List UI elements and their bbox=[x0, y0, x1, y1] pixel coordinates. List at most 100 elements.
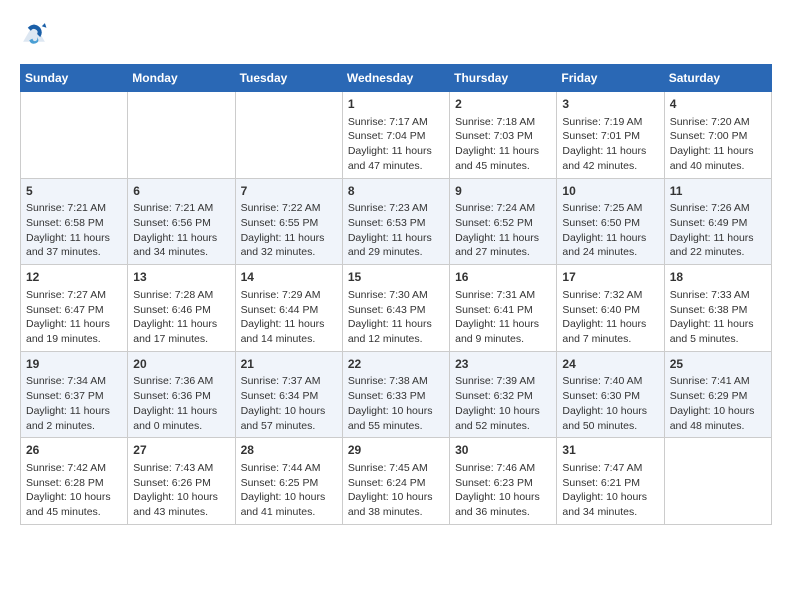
week-row-2: 5Sunrise: 7:21 AM Sunset: 6:58 PM Daylig… bbox=[21, 178, 772, 265]
day-info: Sunrise: 7:37 AM Sunset: 6:34 PM Dayligh… bbox=[241, 374, 337, 433]
day-number: 21 bbox=[241, 356, 337, 373]
day-number: 23 bbox=[455, 356, 551, 373]
week-row-3: 12 Sunrise: 7:27 AM Sunset: 6:47 PM Dayli… bbox=[21, 265, 772, 352]
day-info: Sunrise: 7:19 AM Sunset: 7:01 PM Dayligh… bbox=[562, 115, 658, 174]
day-number: 31 bbox=[562, 442, 658, 459]
day-cell-29: 29 Sunrise: 7:45 AM Sunset: 6:24 PM Dayli… bbox=[342, 438, 449, 525]
day-cell-20: 20Sunrise: 7:36 AM Sunset: 6:36 PM Dayli… bbox=[128, 351, 235, 438]
logo bbox=[20, 20, 52, 48]
day-number: 25 bbox=[670, 356, 766, 373]
day-cell-3: 3 Sunrise: 7:19 AM Sunset: 7:01 PM Daylig… bbox=[557, 92, 664, 179]
day-number: 30 bbox=[455, 442, 551, 459]
day-cell-4: 4 Sunrise: 7:20 AM Sunset: 7:00 PM Daylig… bbox=[664, 92, 771, 179]
day-info: Sunrise: 7:39 AM Sunset: 6:32 PM Dayligh… bbox=[455, 374, 551, 433]
day-cell-25: 25Sunrise: 7:41 AM Sunset: 6:29 PM Dayli… bbox=[664, 351, 771, 438]
day-cell-27: 27 Sunrise: 7:43 AM Sunset: 6:26 PM Dayli… bbox=[128, 438, 235, 525]
day-number: 9 bbox=[455, 183, 551, 200]
day-number: 26 bbox=[26, 442, 122, 459]
day-cell-24: 24Sunrise: 7:40 AM Sunset: 6:30 PM Dayli… bbox=[557, 351, 664, 438]
weekday-header-row: SundayMondayTuesdayWednesdayThursdayFrid… bbox=[21, 65, 772, 92]
day-info: Sunrise: 7:43 AM Sunset: 6:26 PM Dayligh… bbox=[133, 461, 229, 520]
day-cell-28: 28 Sunrise: 7:44 AM Sunset: 6:25 PM Dayli… bbox=[235, 438, 342, 525]
logo-icon bbox=[20, 20, 48, 48]
day-number: 29 bbox=[348, 442, 444, 459]
day-cell-22: 22Sunrise: 7:38 AM Sunset: 6:33 PM Dayli… bbox=[342, 351, 449, 438]
day-cell-9: 9Sunrise: 7:24 AM Sunset: 6:52 PM Daylig… bbox=[450, 178, 557, 265]
day-number: 13 bbox=[133, 269, 229, 286]
day-number: 2 bbox=[455, 96, 551, 113]
weekday-header-sunday: Sunday bbox=[21, 65, 128, 92]
day-info: Sunrise: 7:38 AM Sunset: 6:33 PM Dayligh… bbox=[348, 374, 444, 433]
day-number: 22 bbox=[348, 356, 444, 373]
day-info: Sunrise: 7:23 AM Sunset: 6:53 PM Dayligh… bbox=[348, 201, 444, 260]
day-info: Sunrise: 7:42 AM Sunset: 6:28 PM Dayligh… bbox=[26, 461, 122, 520]
empty-cell bbox=[21, 92, 128, 179]
week-row-1: 1 Sunrise: 7:17 AM Sunset: 7:04 PM Daylig… bbox=[21, 92, 772, 179]
day-number: 19 bbox=[26, 356, 122, 373]
day-info: Sunrise: 7:36 AM Sunset: 6:36 PM Dayligh… bbox=[133, 374, 229, 433]
day-number: 17 bbox=[562, 269, 658, 286]
day-info: Sunrise: 7:46 AM Sunset: 6:23 PM Dayligh… bbox=[455, 461, 551, 520]
day-cell-6: 6Sunrise: 7:21 AM Sunset: 6:56 PM Daylig… bbox=[128, 178, 235, 265]
day-info: Sunrise: 7:17 AM Sunset: 7:04 PM Dayligh… bbox=[348, 115, 444, 174]
day-number: 10 bbox=[562, 183, 658, 200]
day-info: Sunrise: 7:22 AM Sunset: 6:55 PM Dayligh… bbox=[241, 201, 337, 260]
day-info: Sunrise: 7:47 AM Sunset: 6:21 PM Dayligh… bbox=[562, 461, 658, 520]
day-number: 8 bbox=[348, 183, 444, 200]
weekday-header-monday: Monday bbox=[128, 65, 235, 92]
day-info: Sunrise: 7:20 AM Sunset: 7:00 PM Dayligh… bbox=[670, 115, 766, 174]
day-cell-8: 8Sunrise: 7:23 AM Sunset: 6:53 PM Daylig… bbox=[342, 178, 449, 265]
day-cell-21: 21Sunrise: 7:37 AM Sunset: 6:34 PM Dayli… bbox=[235, 351, 342, 438]
day-info: Sunrise: 7:40 AM Sunset: 6:30 PM Dayligh… bbox=[562, 374, 658, 433]
day-info: Sunrise: 7:31 AM Sunset: 6:41 PM Dayligh… bbox=[455, 288, 551, 347]
day-number: 28 bbox=[241, 442, 337, 459]
day-info: Sunrise: 7:41 AM Sunset: 6:29 PM Dayligh… bbox=[670, 374, 766, 433]
day-cell-30: 30 Sunrise: 7:46 AM Sunset: 6:23 PM Dayli… bbox=[450, 438, 557, 525]
day-info: Sunrise: 7:18 AM Sunset: 7:03 PM Dayligh… bbox=[455, 115, 551, 174]
day-cell-14: 14 Sunrise: 7:29 AM Sunset: 6:44 PM Dayli… bbox=[235, 265, 342, 352]
day-cell-31: 31 Sunrise: 7:47 AM Sunset: 6:21 PM Dayli… bbox=[557, 438, 664, 525]
day-info: Sunrise: 7:21 AM Sunset: 6:56 PM Dayligh… bbox=[133, 201, 229, 260]
empty-cell bbox=[664, 438, 771, 525]
page-header bbox=[20, 20, 772, 48]
day-info: Sunrise: 7:24 AM Sunset: 6:52 PM Dayligh… bbox=[455, 201, 551, 260]
day-number: 5 bbox=[26, 183, 122, 200]
day-cell-15: 15 Sunrise: 7:30 AM Sunset: 6:43 PM Dayli… bbox=[342, 265, 449, 352]
day-cell-1: 1 Sunrise: 7:17 AM Sunset: 7:04 PM Daylig… bbox=[342, 92, 449, 179]
day-cell-11: 11Sunrise: 7:26 AM Sunset: 6:49 PM Dayli… bbox=[664, 178, 771, 265]
day-info: Sunrise: 7:32 AM Sunset: 6:40 PM Dayligh… bbox=[562, 288, 658, 347]
day-cell-23: 23Sunrise: 7:39 AM Sunset: 6:32 PM Dayli… bbox=[450, 351, 557, 438]
day-cell-12: 12 Sunrise: 7:27 AM Sunset: 6:47 PM Dayli… bbox=[21, 265, 128, 352]
day-number: 11 bbox=[670, 183, 766, 200]
weekday-header-tuesday: Tuesday bbox=[235, 65, 342, 92]
day-info: Sunrise: 7:21 AM Sunset: 6:58 PM Dayligh… bbox=[26, 201, 122, 260]
day-info: Sunrise: 7:25 AM Sunset: 6:50 PM Dayligh… bbox=[562, 201, 658, 260]
day-info: Sunrise: 7:26 AM Sunset: 6:49 PM Dayligh… bbox=[670, 201, 766, 260]
day-number: 27 bbox=[133, 442, 229, 459]
day-number: 12 bbox=[26, 269, 122, 286]
weekday-header-friday: Friday bbox=[557, 65, 664, 92]
day-cell-2: 2 Sunrise: 7:18 AM Sunset: 7:03 PM Daylig… bbox=[450, 92, 557, 179]
day-info: Sunrise: 7:44 AM Sunset: 6:25 PM Dayligh… bbox=[241, 461, 337, 520]
empty-cell bbox=[128, 92, 235, 179]
day-cell-19: 19Sunrise: 7:34 AM Sunset: 6:37 PM Dayli… bbox=[21, 351, 128, 438]
day-number: 15 bbox=[348, 269, 444, 286]
day-cell-5: 5Sunrise: 7:21 AM Sunset: 6:58 PM Daylig… bbox=[21, 178, 128, 265]
day-cell-26: 26 Sunrise: 7:42 AM Sunset: 6:28 PM Dayli… bbox=[21, 438, 128, 525]
day-number: 4 bbox=[670, 96, 766, 113]
day-info: Sunrise: 7:33 AM Sunset: 6:38 PM Dayligh… bbox=[670, 288, 766, 347]
day-info: Sunrise: 7:27 AM Sunset: 6:47 PM Dayligh… bbox=[26, 288, 122, 347]
calendar-table: SundayMondayTuesdayWednesdayThursdayFrid… bbox=[20, 64, 772, 525]
day-info: Sunrise: 7:28 AM Sunset: 6:46 PM Dayligh… bbox=[133, 288, 229, 347]
day-info: Sunrise: 7:30 AM Sunset: 6:43 PM Dayligh… bbox=[348, 288, 444, 347]
day-number: 3 bbox=[562, 96, 658, 113]
week-row-4: 19Sunrise: 7:34 AM Sunset: 6:37 PM Dayli… bbox=[21, 351, 772, 438]
day-cell-13: 13 Sunrise: 7:28 AM Sunset: 6:46 PM Dayli… bbox=[128, 265, 235, 352]
day-cell-17: 17 Sunrise: 7:32 AM Sunset: 6:40 PM Dayli… bbox=[557, 265, 664, 352]
week-row-5: 26 Sunrise: 7:42 AM Sunset: 6:28 PM Dayli… bbox=[21, 438, 772, 525]
day-number: 7 bbox=[241, 183, 337, 200]
day-number: 1 bbox=[348, 96, 444, 113]
day-info: Sunrise: 7:45 AM Sunset: 6:24 PM Dayligh… bbox=[348, 461, 444, 520]
day-info: Sunrise: 7:29 AM Sunset: 6:44 PM Dayligh… bbox=[241, 288, 337, 347]
day-number: 14 bbox=[241, 269, 337, 286]
